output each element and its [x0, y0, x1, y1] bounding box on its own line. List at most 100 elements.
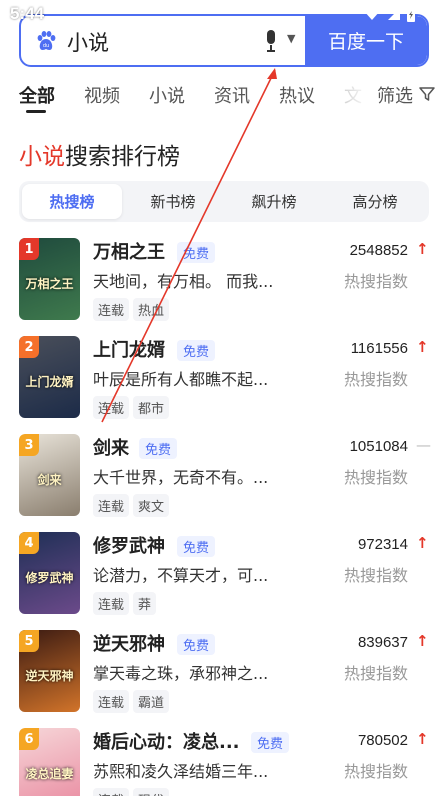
hot-score-label: 热搜指数 — [343, 272, 408, 291]
book-row[interactable]: 2 上门龙婿 上门龙婿 免费 1161556 ↑ 叶辰是所有人都瞧不起... 热… — [0, 334, 448, 426]
book-cover-title: 逆天邪神 — [25, 669, 74, 683]
free-badge: 免费 — [139, 438, 178, 459]
free-badge: 免费 — [177, 536, 216, 557]
book-description: 大千世界，无奇不有。... — [93, 468, 269, 487]
hot-score-label: 热搜指数 — [343, 566, 408, 585]
book-description: 天地间，有万相。 而我... — [93, 272, 274, 291]
genre-tag: 都市 — [133, 396, 170, 419]
tab-news[interactable]: 资讯 — [214, 82, 250, 108]
hot-score-label: 热搜指数 — [343, 370, 408, 389]
category-tabs: 全部 视频 小说 资讯 热议 文 筛选 — [0, 80, 448, 113]
section-title-rest: 搜索排行榜 — [65, 144, 180, 170]
hot-score: 780502 — [357, 732, 408, 749]
hot-score: 1161556 — [350, 340, 408, 357]
section-title-highlight: 小说 — [19, 144, 65, 170]
filter-button[interactable]: 筛选 — [377, 82, 413, 108]
book-cover[interactable]: 4 修罗武神 — [19, 532, 80, 614]
svg-text:du: du — [43, 43, 49, 49]
genre-tag: 热血 — [133, 298, 170, 321]
microphone-icon[interactable] — [264, 30, 278, 52]
book-cover-title: 修罗武神 — [25, 571, 74, 585]
signal-icon — [388, 8, 400, 20]
book-row[interactable]: 4 修罗武神 修罗武神 免费 972314 ↑ 论潜力，不算天才，可... 热搜… — [0, 530, 448, 622]
rank-badge: 3 — [19, 434, 39, 456]
hot-score-label: 热搜指数 — [343, 762, 408, 781]
free-badge: 免费 — [251, 732, 290, 753]
hot-score-label: 热搜指数 — [343, 664, 408, 683]
book-description: 掌天毒之珠，承邪神之... — [93, 664, 269, 683]
wifi-icon — [364, 7, 380, 20]
battery-icon — [407, 6, 415, 22]
book-cover[interactable]: 2 上门龙婿 — [19, 336, 80, 418]
hot-score: 1051084 — [349, 438, 408, 455]
book-cover[interactable]: 6 凌总追妻 — [19, 728, 80, 796]
rank-badge: 5 — [19, 630, 39, 652]
status-bar: 5:44 — [0, 0, 448, 30]
trend-icon: ↑ — [416, 534, 429, 552]
book-row[interactable]: 5 逆天邪神 逆天邪神 免费 839637 ↑ 掌天毒之珠，承邪神之... 热搜… — [0, 628, 448, 720]
status-time: 5:44 — [10, 4, 45, 23]
ranking-tabs: 热搜榜 新书榜 飙升榜 高分榜 — [19, 181, 429, 222]
genre-tag: 爽文 — [133, 494, 170, 517]
section-title: 小说搜索排行榜 — [19, 137, 180, 171]
tab-novel[interactable]: 小说 — [149, 82, 185, 108]
tab-top-rated[interactable]: 高分榜 — [325, 184, 425, 219]
book-description: 苏熙和凌久泽结婚三年... — [93, 762, 269, 781]
free-badge: 免费 — [177, 634, 216, 655]
tab-hot-search[interactable]: 热搜榜 — [22, 184, 122, 219]
book-title[interactable]: 修罗武神 — [93, 532, 165, 558]
tab-new-books[interactable]: 新书榜 — [123, 184, 223, 219]
trend-icon: ↑ — [416, 632, 429, 650]
trend-icon: — — [416, 436, 431, 454]
book-title[interactable]: 上门龙婿 — [93, 336, 165, 362]
book-cover-title: 剑来 — [37, 473, 62, 487]
hot-score: 2548852 — [349, 242, 408, 259]
rank-badge: 1 — [19, 238, 39, 260]
tab-rising[interactable]: 飙升榜 — [224, 184, 324, 219]
free-badge: 免费 — [177, 340, 216, 361]
filter-icon[interactable] — [419, 86, 435, 102]
book-title[interactable]: 婚后心动：凌总... — [93, 728, 240, 754]
book-row[interactable]: 3 剑来 剑来 免费 1051084 — 大千世界，无奇不有。... 热搜指数 … — [0, 432, 448, 524]
rank-badge: 2 — [19, 336, 39, 358]
genre-tag: 霸道 — [133, 690, 170, 713]
trend-icon: ↑ — [416, 240, 429, 258]
book-cover-title: 上门龙婿 — [25, 375, 74, 389]
book-cover[interactable]: 5 逆天邪神 — [19, 630, 80, 712]
status-tag: 连载 — [93, 298, 130, 321]
book-description: 论潜力，不算天才，可... — [93, 566, 269, 585]
genre-tag: 现代 — [133, 788, 170, 796]
book-title[interactable]: 逆天邪神 — [93, 630, 165, 656]
status-icons — [363, 6, 416, 22]
book-title[interactable]: 剑来 — [93, 434, 129, 460]
trend-icon: ↑ — [416, 338, 429, 356]
book-cover[interactable]: 1 万相之王 — [19, 238, 80, 320]
rank-badge: 4 — [19, 532, 39, 554]
book-row[interactable]: 1 万相之王 万相之王 免费 2548852 ↑ 天地间，有万相。 而我... … — [0, 236, 448, 328]
chevron-down-icon[interactable]: ▼ — [287, 32, 295, 45]
tab-all[interactable]: 全部 — [19, 82, 55, 108]
status-tag: 连载 — [93, 592, 130, 615]
tabs-fade — [330, 80, 370, 110]
book-cover-title: 万相之王 — [25, 277, 74, 291]
free-badge: 免费 — [177, 242, 216, 263]
book-cover[interactable]: 3 剑来 — [19, 434, 80, 516]
hot-score: 972314 — [357, 536, 408, 553]
hot-score: 839637 — [357, 634, 408, 651]
book-description: 叶辰是所有人都瞧不起... — [93, 370, 269, 389]
status-tag: 连载 — [93, 494, 130, 517]
tab-video[interactable]: 视频 — [84, 82, 120, 108]
tab-discussion[interactable]: 热议 — [279, 82, 315, 108]
status-tag: 连载 — [93, 396, 130, 419]
book-title[interactable]: 万相之王 — [93, 238, 165, 264]
genre-tag: 莽 — [133, 592, 157, 615]
active-tab-indicator — [26, 110, 46, 113]
baidu-paw-icon: du — [37, 31, 56, 50]
trend-icon: ↑ — [416, 730, 429, 748]
status-tag: 连载 — [93, 788, 130, 796]
status-tag: 连载 — [93, 690, 130, 713]
rank-badge: 6 — [19, 728, 39, 750]
hot-score-label: 热搜指数 — [343, 468, 408, 487]
book-row[interactable]: 6 凌总追妻 婚后心动：凌总... 免费 780502 ↑ 苏熙和凌久泽结婚三年… — [0, 726, 448, 796]
search-input[interactable]: 小说 — [67, 27, 109, 57]
